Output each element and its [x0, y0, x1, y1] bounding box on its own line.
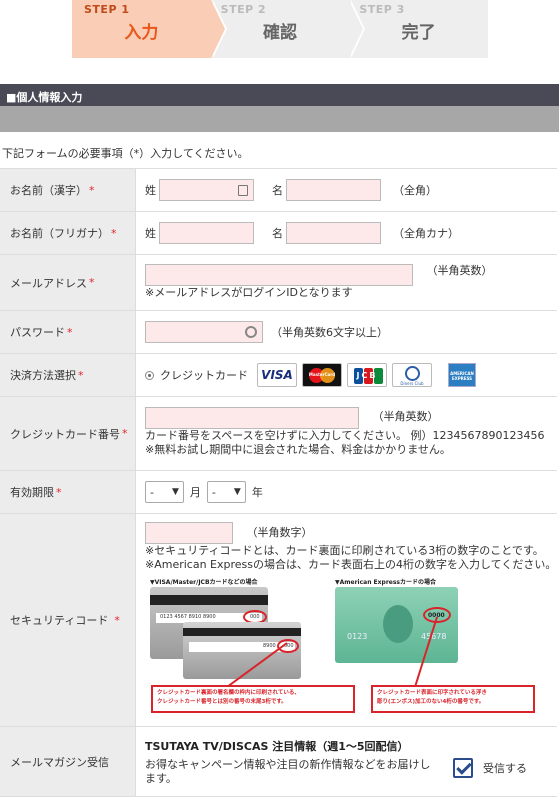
jcb-icon: JCB [347, 363, 387, 387]
step-1-number: STEP 1 [84, 3, 130, 16]
callout-left: クレジットカード裏面の署名欄の枠内に印刷されている、 クレジットカード番号とは別… [151, 685, 355, 713]
payment-option-label: クレジットカード [160, 369, 248, 382]
newsletter-desc-1: お得なキャンペーン情報や注目の新作情報などをお届けし [145, 758, 431, 771]
card-number-note-1: カード番号をスペースを空けずに入力してください。 例）1234567890123… [145, 429, 545, 442]
row-password: パスワード * （半角英数6文字以上） [0, 311, 557, 354]
row-name-kanji: お名前（漢字） * 姓 名 （全角） [0, 169, 557, 212]
chevron-down-icon: ▼ [171, 487, 179, 497]
step-1: STEP 1 入力 [72, 0, 227, 58]
label-email: メールアドレス * [0, 255, 136, 310]
mei-kana-label: 名 [272, 227, 283, 240]
security-code-input[interactable] [145, 522, 233, 544]
sei-label: 姓 [145, 184, 156, 197]
row-name-kana: お名前（フリガナ） * 姓 名 （全角カナ） [0, 212, 557, 255]
last-name-kana-input[interactable] [159, 222, 254, 244]
intro-text: 下記フォームの必要事項（*）入力してください。 [2, 147, 249, 160]
label-expiry: 有効期限 * [0, 471, 136, 513]
label-security-code: セキュリティコード * [0, 514, 136, 726]
callout-right: クレジットカード表面に印字されている浮き 彫り(エンボス)加工のない4桁の番号で… [371, 685, 535, 713]
newsletter-check-label: 受信する [483, 762, 527, 775]
newsletter-desc-2: ます。 [145, 772, 177, 785]
sei-kana-label: 姓 [145, 227, 156, 240]
newsletter-title: TSUTAYA TV/DISCAS 注目情報（週1〜5回配信） [145, 740, 409, 753]
first-name-kana-input[interactable] [286, 222, 381, 244]
newsletter-checkbox[interactable] [453, 758, 473, 778]
row-card-number: クレジットカード番号 * （半角英数） カード番号をスペースを空けずに入力してくだ… [0, 397, 557, 471]
step-2: STEP 2 確認 [210, 0, 366, 58]
visa-icon: VISA [257, 363, 297, 387]
label-name-kanji: お名前（漢字） * [0, 169, 136, 211]
mastercard-icon: MasterCard [302, 363, 342, 387]
key-icon [245, 326, 257, 338]
row-newsletter: メールマガジン受信 TSUTAYA TV/DISCAS 注目情報（週1〜5回配信… [0, 727, 557, 797]
mei-label: 名 [272, 184, 283, 197]
label-name-kana: お名前（フリガナ） * [0, 212, 136, 254]
row-email: メールアドレス * （半角英数） ※メールアドレスがログインIDとなります [0, 255, 557, 311]
section-title: ■個人情報入力 [0, 84, 559, 106]
hint-card-number: （半角英数） [372, 410, 439, 423]
contact-card-icon [238, 185, 248, 196]
chevron-down-icon: ▼ [233, 487, 241, 497]
step-indicator: STEP 1 入力 STEP 2 確認 STEP 3 完了 [72, 0, 489, 58]
row-security-code: セキュリティコード * （半角数字） ※セキュリティコードとは、カード裏面に印刷さ… [0, 514, 557, 727]
security-note-1: ※セキュリティコードとは、カード裏面に印刷されている3桁の数字のことです。 [145, 544, 544, 557]
email-input[interactable] [145, 264, 413, 286]
diners-club-icon: Diners Club [392, 363, 432, 387]
hint-security: （半角数字） [246, 526, 313, 539]
month-unit: 月 [189, 486, 201, 499]
expiry-year-select[interactable]: - ▼ [206, 481, 246, 503]
hint-password: （半角英数6文字以上） [271, 326, 388, 339]
registration-form: お名前（漢字） * 姓 名 （全角） お名前（フリガナ） * 姓 名 （全角カナ） … [0, 168, 557, 797]
amex-icon: AMERICAN EXPRESS [445, 363, 479, 387]
label-newsletter: メールマガジン受信 [0, 727, 136, 796]
label-password: パスワード * [0, 311, 136, 353]
security-note-2: ※American Expressの場合は、カード表面右上の4桁の数字を入力して… [145, 558, 557, 571]
first-name-kanji-input[interactable] [286, 179, 381, 201]
security-code-illustration: ▼VISA/Master/JCBカードなどの場合 ▼American Expre… [145, 577, 545, 713]
row-expiry: 有効期限 * - ▼ 月 - ▼ 年 [0, 471, 557, 514]
card-number-note-2: ※無料お試し期間中に退会された場合、料金はかかりません。 [145, 443, 451, 456]
password-input[interactable] [145, 321, 263, 343]
card-number-input[interactable] [145, 407, 359, 429]
label-card-number: クレジットカード番号 * [0, 397, 136, 470]
step-3-number: STEP 3 [359, 3, 405, 16]
label-payment: 決済方法選択 * [0, 354, 136, 396]
section-subbar [0, 106, 559, 132]
step-3-name: 完了 [401, 23, 436, 43]
hint-email: （半角英数） [426, 264, 493, 277]
year-unit: 年 [251, 486, 263, 499]
credit-card-radio[interactable] [145, 370, 154, 380]
step-2-number: STEP 2 [220, 3, 267, 16]
step-1-name: 入力 [124, 23, 159, 43]
email-note: ※メールアドレスがログインIDとなります [145, 286, 353, 299]
expiry-month-select[interactable]: - ▼ [145, 481, 184, 503]
row-payment: 決済方法選択 * クレジットカード VISA MasterCard JCB Di… [0, 354, 557, 397]
step-2-name: 確認 [263, 23, 297, 43]
hint-zenkaku-kana: （全角カナ） [393, 227, 459, 240]
last-name-kanji-input[interactable] [159, 179, 254, 201]
step-3: STEP 3 完了 [349, 0, 489, 58]
hint-zenkaku: （全角） [393, 184, 437, 197]
